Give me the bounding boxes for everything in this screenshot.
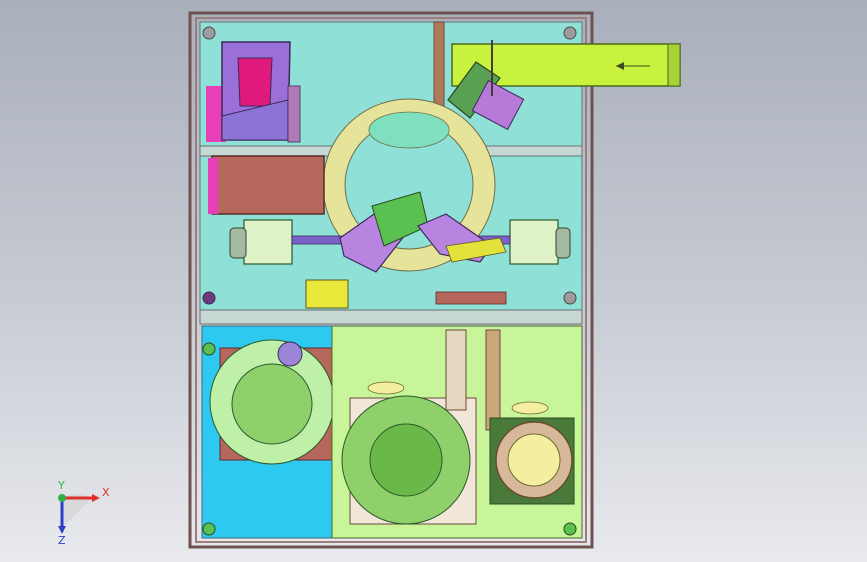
middle-plate [211,155,325,215]
slot-rounded [511,401,549,415]
foot-mid-left [202,291,216,305]
foot-top-right [563,26,577,40]
vertical-track-b [485,329,501,431]
cylinder-left-body [243,219,293,265]
cad-viewport[interactable]: X Y Z [0,0,867,562]
bowl-feeder-center [369,423,443,497]
coordinate-triad: X Y Z [57,479,110,547]
triad-x-label: X [102,486,110,499]
middle-plate-side [208,158,218,214]
sensor-strip [435,291,507,305]
slot-rounded-small [367,381,405,395]
turntable-hub [368,111,450,149]
machine-assembly[interactable] [188,11,681,549]
foot-bottom-right [563,522,577,536]
foot-bottom-left [202,522,216,536]
station-block [305,279,349,309]
foot-mid-right [563,291,577,305]
bowl-feeder-left-knob [277,341,303,367]
triad-x-arrow [92,494,100,502]
triad-y-label: Y [57,479,65,492]
feed-rail-endcap [667,43,681,87]
foot-top-left [202,26,216,40]
cylinder-left-cap [229,227,247,259]
cross-beam-middle [199,309,583,325]
vertical-track-a [445,329,467,411]
hopper-bracket [287,85,301,143]
bowl-feeder-left [231,363,313,445]
triad-y-axis-dot [58,494,66,502]
triad-z-arrow [58,526,66,534]
bowl-feeder-right-inner [507,433,561,487]
triad-z-label: Z [58,534,66,547]
cylinder-right-body [509,219,559,265]
hopper-chute [237,57,273,107]
cylinder-right-cap [555,227,571,259]
foot-low-left [202,342,216,356]
